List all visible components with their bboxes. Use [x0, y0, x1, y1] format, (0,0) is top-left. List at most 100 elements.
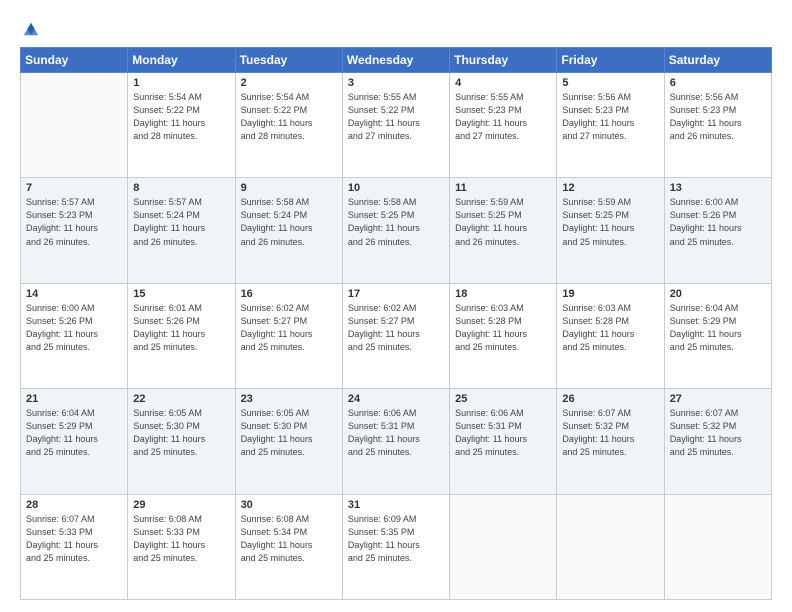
calendar-cell: 6 Sunrise: 5:56 AMSunset: 5:23 PMDaylight… [664, 73, 771, 178]
calendar-cell: 7Sunrise: 5:57 AMSunset: 5:23 PMDaylight… [21, 178, 128, 283]
calendar-cell: 30 Sunrise: 6:08 AMSunset: 5:34 PMDayligh… [235, 494, 342, 599]
day-info: Sunrise: 6:05 AMSunset: 5:30 PMDaylight:… [241, 407, 337, 459]
logo-text [20, 20, 40, 43]
calendar-cell [450, 494, 557, 599]
day-info: Sunrise: 5:58 AMSunset: 5:24 PMDaylight:… [241, 196, 337, 248]
day-info: Sunrise: 5:56 AMSunset: 5:23 PMDaylight:… [562, 91, 658, 143]
calendar-header-row: SundayMondayTuesdayWednesdayThursdayFrid… [21, 48, 772, 73]
day-number: 14 [26, 288, 122, 300]
day-number: 30 [241, 499, 337, 511]
day-info: Sunrise: 6:07 AMSunset: 5:33 PMDaylight:… [26, 513, 122, 565]
calendar-cell: 24Sunrise: 6:06 AMSunset: 5:31 PMDayligh… [342, 389, 449, 494]
day-info: Sunrise: 6:06 AMSunset: 5:31 PMDaylight:… [455, 407, 551, 459]
day-info: Sunrise: 5:55 AMSunset: 5:23 PMDaylight:… [455, 91, 551, 143]
day-number: 31 [348, 499, 444, 511]
calendar-cell [21, 73, 128, 178]
day-number: 17 [348, 288, 444, 300]
calendar-cell [664, 494, 771, 599]
day-number: 25 [455, 393, 551, 405]
calendar-cell: 18 Sunrise: 6:03 AMSunset: 5:28 PMDayligh… [450, 283, 557, 388]
day-number: 27 [670, 393, 766, 405]
calendar-cell: 2 Sunrise: 5:54 AMSunset: 5:22 PMDaylight… [235, 73, 342, 178]
calendar-cell: 31 Sunrise: 6:09 AMSunset: 5:35 PMDayligh… [342, 494, 449, 599]
calendar-cell: 29 Sunrise: 6:08 AMSunset: 5:33 PMDayligh… [128, 494, 235, 599]
day-number: 29 [133, 499, 229, 511]
calendar-cell: 15 Sunrise: 6:01 AMSunset: 5:26 PMDayligh… [128, 283, 235, 388]
day-info: Sunrise: 6:03 AMSunset: 5:28 PMDaylight:… [455, 302, 551, 354]
day-number: 2 [241, 77, 337, 89]
day-info: Sunrise: 6:02 AMSunset: 5:27 PMDaylight:… [241, 302, 337, 354]
day-info: Sunrise: 5:57 AMSunset: 5:24 PMDaylight:… [133, 196, 229, 248]
calendar-cell: 16 Sunrise: 6:02 AMSunset: 5:27 PMDayligh… [235, 283, 342, 388]
day-number: 7 [26, 182, 122, 194]
calendar-cell: 13Sunrise: 6:00 AMSunset: 5:26 PMDayligh… [664, 178, 771, 283]
day-info: Sunrise: 5:59 AMSunset: 5:25 PMDaylight:… [562, 196, 658, 248]
day-info: Sunrise: 6:04 AMSunset: 5:29 PMDaylight:… [670, 302, 766, 354]
calendar-week-row: 21Sunrise: 6:04 AMSunset: 5:29 PMDayligh… [21, 389, 772, 494]
day-number: 26 [562, 393, 658, 405]
day-info: Sunrise: 6:08 AMSunset: 5:34 PMDaylight:… [241, 513, 337, 565]
calendar-cell: 27 Sunrise: 6:07 AMSunset: 5:32 PMDayligh… [664, 389, 771, 494]
logo [20, 20, 40, 43]
day-number: 3 [348, 77, 444, 89]
day-number: 19 [562, 288, 658, 300]
calendar-weekday-tuesday: Tuesday [235, 48, 342, 73]
calendar-cell: 21Sunrise: 6:04 AMSunset: 5:29 PMDayligh… [21, 389, 128, 494]
calendar-cell: 12 Sunrise: 5:59 AMSunset: 5:25 PMDayligh… [557, 178, 664, 283]
calendar-week-row: 7Sunrise: 5:57 AMSunset: 5:23 PMDaylight… [21, 178, 772, 283]
day-number: 18 [455, 288, 551, 300]
header [20, 16, 772, 43]
day-info: Sunrise: 6:00 AMSunset: 5:26 PMDaylight:… [26, 302, 122, 354]
day-number: 11 [455, 182, 551, 194]
day-number: 22 [133, 393, 229, 405]
calendar-cell: 17 Sunrise: 6:02 AMSunset: 5:27 PMDayligh… [342, 283, 449, 388]
day-number: 10 [348, 182, 444, 194]
calendar-weekday-thursday: Thursday [450, 48, 557, 73]
calendar-week-row: 28Sunrise: 6:07 AMSunset: 5:33 PMDayligh… [21, 494, 772, 599]
day-info: Sunrise: 5:54 AMSunset: 5:22 PMDaylight:… [241, 91, 337, 143]
calendar-cell: 25 Sunrise: 6:06 AMSunset: 5:31 PMDayligh… [450, 389, 557, 494]
day-number: 12 [562, 182, 658, 194]
calendar-cell: 11Sunrise: 5:59 AMSunset: 5:25 PMDayligh… [450, 178, 557, 283]
day-number: 1 [133, 77, 229, 89]
calendar-cell: 23 Sunrise: 6:05 AMSunset: 5:30 PMDayligh… [235, 389, 342, 494]
calendar-weekday-sunday: Sunday [21, 48, 128, 73]
day-info: Sunrise: 6:04 AMSunset: 5:29 PMDaylight:… [26, 407, 122, 459]
calendar-cell: 8 Sunrise: 5:57 AMSunset: 5:24 PMDaylight… [128, 178, 235, 283]
calendar-table: SundayMondayTuesdayWednesdayThursdayFrid… [20, 47, 772, 600]
calendar-cell: 1Sunrise: 5:54 AMSunset: 5:22 PMDaylight… [128, 73, 235, 178]
day-info: Sunrise: 6:06 AMSunset: 5:31 PMDaylight:… [348, 407, 444, 459]
calendar-week-row: 1 Sunrise: 5:54 AMSunset: 5:22 PMDaylight… [21, 73, 772, 178]
day-info: Sunrise: 6:05 AMSunset: 5:30 PMDaylight:… [133, 407, 229, 459]
day-info: Sunrise: 6:02 AMSunset: 5:27 PMDaylight:… [348, 302, 444, 354]
day-info: Sunrise: 5:56 AMSunset: 5:23 PMDaylight:… [670, 91, 766, 143]
calendar-weekday-saturday: Saturday [664, 48, 771, 73]
calendar-weekday-friday: Friday [557, 48, 664, 73]
day-info: Sunrise: 6:01 AMSunset: 5:26 PMDaylight:… [133, 302, 229, 354]
day-info: Sunrise: 6:07 AMSunset: 5:32 PMDaylight:… [670, 407, 766, 459]
day-number: 15 [133, 288, 229, 300]
calendar-cell: 10Sunrise: 5:58 AMSunset: 5:25 PMDayligh… [342, 178, 449, 283]
day-number: 5 [562, 77, 658, 89]
day-number: 9 [241, 182, 337, 194]
day-number: 8 [133, 182, 229, 194]
calendar-cell [557, 494, 664, 599]
calendar-weekday-wednesday: Wednesday [342, 48, 449, 73]
day-number: 6 [670, 77, 766, 89]
calendar-cell: 14 Sunrise: 6:00 AMSunset: 5:26 PMDayligh… [21, 283, 128, 388]
day-number: 23 [241, 393, 337, 405]
calendar-cell: 20 Sunrise: 6:04 AMSunset: 5:29 PMDayligh… [664, 283, 771, 388]
calendar-cell: 22 Sunrise: 6:05 AMSunset: 5:30 PMDayligh… [128, 389, 235, 494]
day-info: Sunrise: 6:08 AMSunset: 5:33 PMDaylight:… [133, 513, 229, 565]
calendar-week-row: 14 Sunrise: 6:00 AMSunset: 5:26 PMDayligh… [21, 283, 772, 388]
calendar-cell: 3 Sunrise: 5:55 AMSunset: 5:22 PMDaylight… [342, 73, 449, 178]
day-info: Sunrise: 6:07 AMSunset: 5:32 PMDaylight:… [562, 407, 658, 459]
day-number: 20 [670, 288, 766, 300]
calendar-cell: 4Sunrise: 5:55 AMSunset: 5:23 PMDaylight… [450, 73, 557, 178]
day-number: 16 [241, 288, 337, 300]
calendar-cell: 28Sunrise: 6:07 AMSunset: 5:33 PMDayligh… [21, 494, 128, 599]
day-info: Sunrise: 5:55 AMSunset: 5:22 PMDaylight:… [348, 91, 444, 143]
page: SundayMondayTuesdayWednesdayThursdayFrid… [0, 0, 792, 612]
day-info: Sunrise: 6:09 AMSunset: 5:35 PMDaylight:… [348, 513, 444, 565]
calendar-cell: 19Sunrise: 6:03 AMSunset: 5:28 PMDayligh… [557, 283, 664, 388]
